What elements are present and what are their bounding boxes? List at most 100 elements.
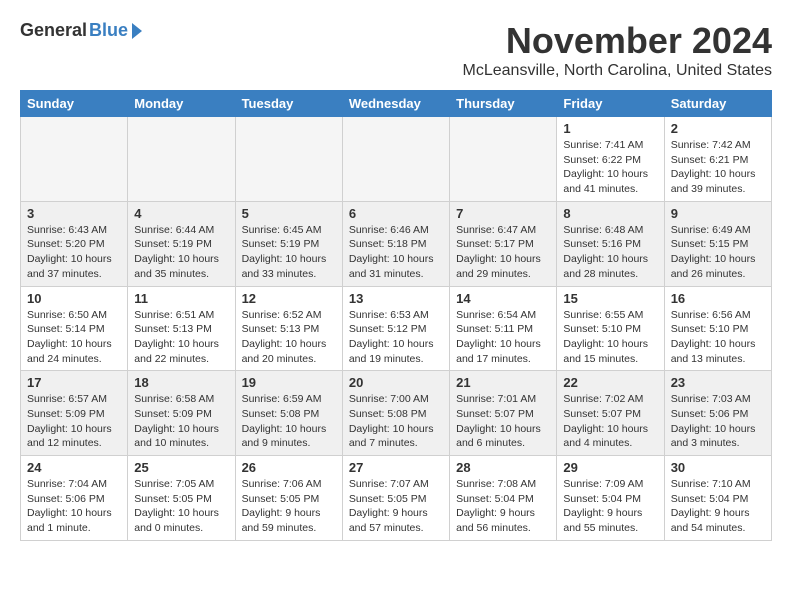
calendar-cell bbox=[128, 117, 235, 202]
day-number: 20 bbox=[349, 375, 443, 390]
header-day-saturday: Saturday bbox=[664, 91, 771, 117]
day-number: 30 bbox=[671, 460, 765, 475]
day-info: Sunrise: 6:51 AM Sunset: 5:13 PM Dayligh… bbox=[134, 308, 228, 367]
day-info: Sunrise: 7:00 AM Sunset: 5:08 PM Dayligh… bbox=[349, 392, 443, 451]
location-text: McLeansville, North Carolina, United Sta… bbox=[463, 62, 772, 80]
day-number: 11 bbox=[134, 291, 228, 306]
calendar-cell: 4Sunrise: 6:44 AM Sunset: 5:19 PM Daylig… bbox=[128, 201, 235, 286]
calendar-cell: 14 Sunrise: 6:54 AM Sunset: 5:11 PM Dayli… bbox=[450, 286, 557, 371]
day-info: Sunrise: 7:42 AM Sunset: 6:21 PM Dayligh… bbox=[671, 138, 765, 197]
day-info: Sunrise: 6:48 AM Sunset: 5:16 PM Dayligh… bbox=[563, 223, 657, 282]
calendar-cell: 24Sunrise: 7:04 AM Sunset: 5:06 PM Dayli… bbox=[21, 456, 128, 541]
week-row-5: 24Sunrise: 7:04 AM Sunset: 5:06 PM Dayli… bbox=[21, 456, 772, 541]
day-number: 23 bbox=[671, 375, 765, 390]
day-number: 9 bbox=[671, 206, 765, 221]
week-row-2: 3Sunrise: 6:43 AM Sunset: 5:20 PM Daylig… bbox=[21, 201, 772, 286]
calendar-cell: 9Sunrise: 6:49 AM Sunset: 5:15 PM Daylig… bbox=[664, 201, 771, 286]
header-day-tuesday: Tuesday bbox=[235, 91, 342, 117]
day-number: 13 bbox=[349, 291, 443, 306]
day-number: 26 bbox=[242, 460, 336, 475]
calendar-cell bbox=[342, 117, 449, 202]
calendar-cell: 12Sunrise: 6:52 AM Sunset: 5:13 PM Dayli… bbox=[235, 286, 342, 371]
header-day-sunday: Sunday bbox=[21, 91, 128, 117]
calendar-cell bbox=[450, 117, 557, 202]
calendar-cell: 23 Sunrise: 7:03 AM Sunset: 5:06 PM Dayli… bbox=[664, 371, 771, 456]
calendar-cell: 1Sunrise: 7:41 AM Sunset: 6:22 PM Daylig… bbox=[557, 117, 664, 202]
day-info: Sunrise: 7:07 AM Sunset: 5:05 PM Dayligh… bbox=[349, 477, 443, 536]
calendar-cell: 6Sunrise: 6:46 AM Sunset: 5:18 PM Daylig… bbox=[342, 201, 449, 286]
logo-blue-text: Blue bbox=[89, 20, 128, 41]
calendar-cell: 11 Sunrise: 6:51 AM Sunset: 5:13 PM Dayli… bbox=[128, 286, 235, 371]
page-header: General Blue November 2024 McLeansville,… bbox=[20, 20, 772, 80]
day-info: Sunrise: 6:43 AM Sunset: 5:20 PM Dayligh… bbox=[27, 223, 121, 282]
day-info: Sunrise: 7:10 AM Sunset: 5:04 PM Dayligh… bbox=[671, 477, 765, 536]
day-info: Sunrise: 7:06 AM Sunset: 5:05 PM Dayligh… bbox=[242, 477, 336, 536]
day-info: Sunrise: 6:55 AM Sunset: 5:10 PM Dayligh… bbox=[563, 308, 657, 367]
day-info: Sunrise: 6:52 AM Sunset: 5:13 PM Dayligh… bbox=[242, 308, 336, 367]
calendar-cell: 30 Sunrise: 7:10 AM Sunset: 5:04 PM Dayli… bbox=[664, 456, 771, 541]
day-info: Sunrise: 6:50 AM Sunset: 5:14 PM Dayligh… bbox=[27, 308, 121, 367]
calendar-cell: 18 Sunrise: 6:58 AM Sunset: 5:09 PM Dayli… bbox=[128, 371, 235, 456]
week-row-4: 17Sunrise: 6:57 AM Sunset: 5:09 PM Dayli… bbox=[21, 371, 772, 456]
calendar-cell: 7 Sunrise: 6:47 AM Sunset: 5:17 PM Daylig… bbox=[450, 201, 557, 286]
calendar-cell: 13 Sunrise: 6:53 AM Sunset: 5:12 PM Dayli… bbox=[342, 286, 449, 371]
calendar-cell: 28 Sunrise: 7:08 AM Sunset: 5:04 PM Dayli… bbox=[450, 456, 557, 541]
day-number: 24 bbox=[27, 460, 121, 475]
day-info: Sunrise: 6:47 AM Sunset: 5:17 PM Dayligh… bbox=[456, 223, 550, 282]
day-number: 16 bbox=[671, 291, 765, 306]
day-info: Sunrise: 6:58 AM Sunset: 5:09 PM Dayligh… bbox=[134, 392, 228, 451]
day-number: 25 bbox=[134, 460, 228, 475]
calendar-cell: 29Sunrise: 7:09 AM Sunset: 5:04 PM Dayli… bbox=[557, 456, 664, 541]
day-info: Sunrise: 7:05 AM Sunset: 5:05 PM Dayligh… bbox=[134, 477, 228, 536]
header-day-wednesday: Wednesday bbox=[342, 91, 449, 117]
day-number: 22 bbox=[563, 375, 657, 390]
day-number: 15 bbox=[563, 291, 657, 306]
day-info: Sunrise: 6:57 AM Sunset: 5:09 PM Dayligh… bbox=[27, 392, 121, 451]
day-number: 8 bbox=[563, 206, 657, 221]
calendar-table: SundayMondayTuesdayWednesdayThursdayFrid… bbox=[20, 90, 772, 541]
day-number: 19 bbox=[242, 375, 336, 390]
calendar-cell: 3Sunrise: 6:43 AM Sunset: 5:20 PM Daylig… bbox=[21, 201, 128, 286]
header-day-thursday: Thursday bbox=[450, 91, 557, 117]
calendar-cell: 25 Sunrise: 7:05 AM Sunset: 5:05 PM Dayli… bbox=[128, 456, 235, 541]
day-number: 5 bbox=[242, 206, 336, 221]
calendar-cell: 20 Sunrise: 7:00 AM Sunset: 5:08 PM Dayli… bbox=[342, 371, 449, 456]
logo: General Blue bbox=[20, 20, 142, 41]
week-row-3: 10 Sunrise: 6:50 AM Sunset: 5:14 PM Dayli… bbox=[21, 286, 772, 371]
title-area: November 2024 McLeansville, North Caroli… bbox=[463, 20, 772, 80]
day-number: 2 bbox=[671, 121, 765, 136]
logo-arrow-icon bbox=[132, 23, 142, 39]
day-info: Sunrise: 7:09 AM Sunset: 5:04 PM Dayligh… bbox=[563, 477, 657, 536]
header-day-friday: Friday bbox=[557, 91, 664, 117]
day-number: 10 bbox=[27, 291, 121, 306]
day-number: 7 bbox=[456, 206, 550, 221]
day-number: 27 bbox=[349, 460, 443, 475]
calendar-cell bbox=[235, 117, 342, 202]
calendar-cell: 16 Sunrise: 6:56 AM Sunset: 5:10 PM Dayli… bbox=[664, 286, 771, 371]
day-info: Sunrise: 7:03 AM Sunset: 5:06 PM Dayligh… bbox=[671, 392, 765, 451]
day-info: Sunrise: 6:44 AM Sunset: 5:19 PM Dayligh… bbox=[134, 223, 228, 282]
calendar-cell: 22Sunrise: 7:02 AM Sunset: 5:07 PM Dayli… bbox=[557, 371, 664, 456]
day-info: Sunrise: 6:53 AM Sunset: 5:12 PM Dayligh… bbox=[349, 308, 443, 367]
day-number: 1 bbox=[563, 121, 657, 136]
day-info: Sunrise: 6:46 AM Sunset: 5:18 PM Dayligh… bbox=[349, 223, 443, 282]
week-row-1: 1Sunrise: 7:41 AM Sunset: 6:22 PM Daylig… bbox=[21, 117, 772, 202]
calendar-cell: 17Sunrise: 6:57 AM Sunset: 5:09 PM Dayli… bbox=[21, 371, 128, 456]
day-info: Sunrise: 7:01 AM Sunset: 5:07 PM Dayligh… bbox=[456, 392, 550, 451]
logo-general-text: General bbox=[20, 20, 87, 41]
day-info: Sunrise: 6:54 AM Sunset: 5:11 PM Dayligh… bbox=[456, 308, 550, 367]
calendar-header-row: SundayMondayTuesdayWednesdayThursdayFrid… bbox=[21, 91, 772, 117]
calendar-cell: 5 Sunrise: 6:45 AM Sunset: 5:19 PM Daylig… bbox=[235, 201, 342, 286]
month-title: November 2024 bbox=[463, 20, 772, 62]
calendar-cell: 19 Sunrise: 6:59 AM Sunset: 5:08 PM Dayli… bbox=[235, 371, 342, 456]
calendar-cell bbox=[21, 117, 128, 202]
day-number: 18 bbox=[134, 375, 228, 390]
day-info: Sunrise: 6:59 AM Sunset: 5:08 PM Dayligh… bbox=[242, 392, 336, 451]
day-number: 21 bbox=[456, 375, 550, 390]
day-number: 14 bbox=[456, 291, 550, 306]
calendar-cell: 15 Sunrise: 6:55 AM Sunset: 5:10 PM Dayli… bbox=[557, 286, 664, 371]
day-number: 28 bbox=[456, 460, 550, 475]
day-info: Sunrise: 7:08 AM Sunset: 5:04 PM Dayligh… bbox=[456, 477, 550, 536]
day-info: Sunrise: 6:56 AM Sunset: 5:10 PM Dayligh… bbox=[671, 308, 765, 367]
day-info: Sunrise: 6:45 AM Sunset: 5:19 PM Dayligh… bbox=[242, 223, 336, 282]
